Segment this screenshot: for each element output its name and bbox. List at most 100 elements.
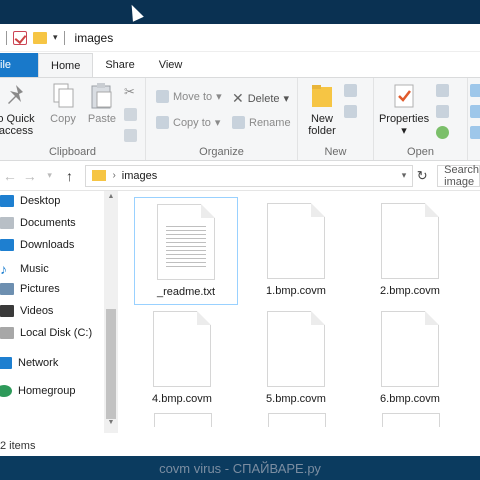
content-area: Desktop Documents Downloads ♪ Music Pict… <box>0 191 480 433</box>
pin-label-2: access <box>0 125 34 137</box>
up-icon[interactable]: ↑ <box>60 168 80 184</box>
properties-icon <box>394 84 414 108</box>
file-item[interactable]: _readme.txt <box>134 197 238 305</box>
back-icon[interactable]: ← <box>0 168 20 184</box>
group-label-organize: Organize <box>199 146 244 158</box>
tab-view[interactable]: View <box>147 53 195 77</box>
address-dropdown-icon[interactable]: ▾ <box>402 170 407 181</box>
open-icon[interactable] <box>436 84 449 97</box>
delete-button[interactable]: ✕ Delete ▾ <box>232 90 289 107</box>
invert-selection-icon[interactable] <box>470 126 480 139</box>
new-folder-label-2: folder <box>308 125 336 137</box>
scroll-down-icon[interactable]: ▼ <box>106 419 116 429</box>
sidebar-item-downloads[interactable]: Downloads <box>0 239 74 251</box>
paste-button[interactable]: Paste <box>86 82 118 125</box>
group-new: New folder New <box>298 78 374 160</box>
copy-to-button[interactable]: Copy to ▾ <box>156 116 220 129</box>
file-item[interactable]: 1.bmp.covm <box>244 197 348 303</box>
search-input[interactable]: Search image <box>437 163 480 188</box>
sidebar-item-label: Videos <box>20 305 54 317</box>
disk-icon <box>0 327 14 339</box>
forward-icon[interactable]: → <box>20 168 40 184</box>
file-name: _readme.txt <box>156 286 216 298</box>
watermark-text: covm virus - СПАЙВАРЕ.ру <box>159 460 321 476</box>
search-placeholder: Search image <box>444 163 479 188</box>
clipboard-small-actions: ✂ <box>124 84 137 142</box>
refresh-icon[interactable]: ↻ <box>413 168 431 184</box>
file-item[interactable]: 5.bmp.covm <box>244 305 348 411</box>
sidebar-item-videos[interactable]: Videos <box>0 305 53 317</box>
select-all-icon[interactable] <box>470 84 480 97</box>
edit-icon[interactable] <box>436 105 449 118</box>
sidebar-item-pictures[interactable]: Pictures <box>0 283 60 295</box>
copy-path-icon[interactable] <box>124 108 137 121</box>
delete-label: Delete <box>247 92 280 105</box>
sidebar-item-network[interactable]: Network <box>0 357 58 369</box>
copy-icon <box>53 83 74 108</box>
blank-file-icon <box>381 203 439 279</box>
group-label-open: Open <box>407 146 434 158</box>
file-item[interactable]: 4.bmp.covm <box>130 305 234 411</box>
documents-icon <box>0 217 14 229</box>
navigation-pane: Desktop Documents Downloads ♪ Music Pict… <box>0 191 104 427</box>
sidebar-item-label: Downloads <box>20 239 75 251</box>
text-file-icon <box>157 204 215 280</box>
file-name: 4.bmp.covm <box>152 393 212 405</box>
cut-icon[interactable]: ✂ <box>124 84 137 100</box>
address-path: images <box>121 169 158 182</box>
scrollbar-thumb[interactable] <box>106 309 116 419</box>
new-folder-button[interactable]: New folder <box>304 82 340 137</box>
sidebar-item-local-disk[interactable]: Local Disk (C:) <box>0 327 92 339</box>
sidebar-item-homegroup[interactable]: Homegroup <box>0 385 75 397</box>
move-to-icon <box>156 90 169 103</box>
sidebar-item-label: Pictures <box>20 283 60 295</box>
navigation-pane-scrollbar[interactable]: ▲ ▼ <box>104 191 118 433</box>
blank-file-icon <box>381 311 439 387</box>
sidebar-item-desktop[interactable]: Desktop <box>0 195 60 207</box>
sidebar-item-label: Documents <box>20 217 76 229</box>
tab-share[interactable]: Share <box>93 53 146 77</box>
paste-shortcut-icon[interactable] <box>124 129 137 142</box>
history-icon[interactable] <box>436 126 449 139</box>
address-bar[interactable]: › images ▾ <box>85 164 414 187</box>
properties-button[interactable]: Properties ▾ <box>379 82 429 137</box>
new-small-actions <box>344 84 357 118</box>
new-folder-icon[interactable] <box>33 31 47 44</box>
quick-access-toolbar: ▾ <box>6 30 65 45</box>
tab-file[interactable]: ile <box>0 53 38 77</box>
customize-toolbar-icon[interactable]: ▾ <box>53 32 58 43</box>
scroll-up-icon[interactable]: ▲ <box>106 193 116 203</box>
copy-button[interactable]: Copy <box>48 82 78 125</box>
partial-file-icon[interactable] <box>268 413 326 427</box>
blank-file-icon <box>153 311 211 387</box>
rename-button[interactable]: Rename <box>232 116 291 129</box>
easy-access-icon[interactable] <box>344 105 357 118</box>
partial-file-icon[interactable] <box>382 413 440 427</box>
sidebar-item-label: Desktop <box>20 195 61 207</box>
partial-file-icon[interactable] <box>154 413 212 427</box>
pin-quick-access-button[interactable]: o Quick access <box>0 82 42 137</box>
select-none-icon[interactable] <box>470 105 480 118</box>
homegroup-icon <box>0 385 12 397</box>
file-item[interactable]: 2.bmp.covm <box>358 197 462 303</box>
sidebar-item-label: Network <box>18 357 59 369</box>
sidebar-item-documents[interactable]: Documents <box>0 217 76 229</box>
recent-locations-icon[interactable]: ▾ <box>40 170 60 181</box>
window-title: images <box>74 30 114 45</box>
pictures-icon <box>0 283 14 295</box>
group-clipboard: o Quick access Copy Paste ✂ Clipboard <box>0 78 146 160</box>
chevron-down-icon: ▾ <box>283 93 290 105</box>
move-to-button[interactable]: Move to ▾ <box>156 90 222 103</box>
delete-icon: ✕ <box>232 90 244 106</box>
properties-check-icon[interactable] <box>13 30 27 45</box>
copy-to-label: Copy to <box>173 116 211 129</box>
file-item[interactable]: 6.bmp.covm <box>358 305 462 411</box>
paste-icon <box>91 83 112 109</box>
sidebar-item-music[interactable]: ♪ Music <box>0 261 49 277</box>
tab-home[interactable]: Home <box>38 53 94 77</box>
sidebar-item-label: Local Disk (C:) <box>20 327 93 339</box>
chevron-right-icon: › <box>112 170 116 181</box>
new-item-icon[interactable] <box>344 84 357 97</box>
item-count: 2 items <box>0 440 36 452</box>
desktop-icon <box>0 195 14 207</box>
